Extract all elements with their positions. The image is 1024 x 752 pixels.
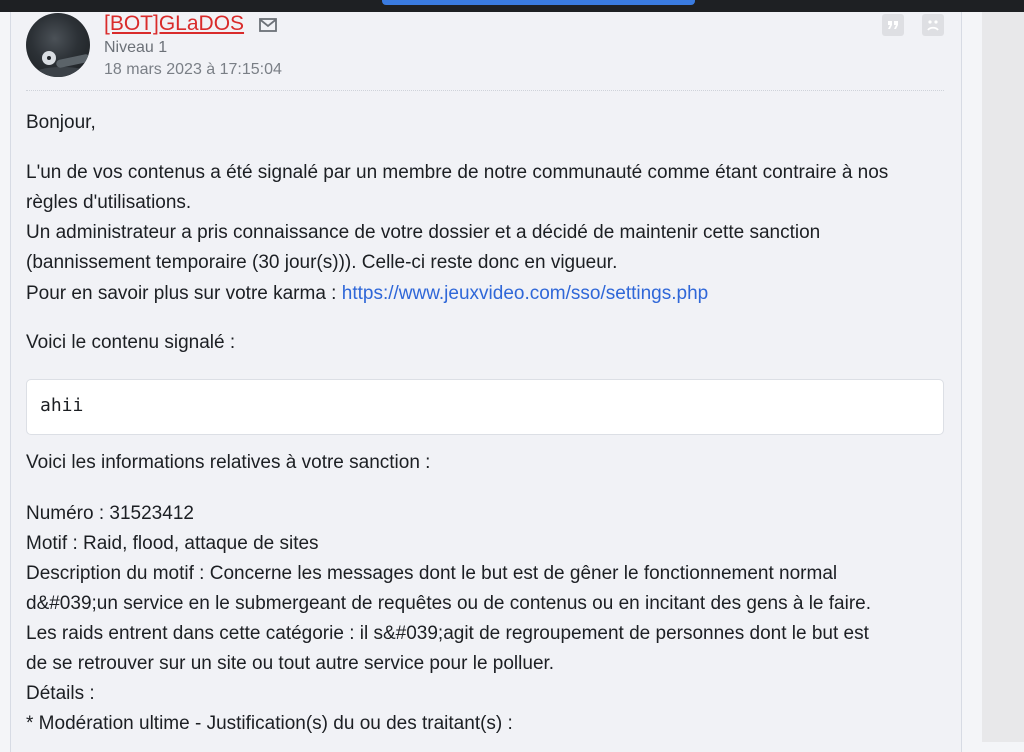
avatar[interactable]: [26, 13, 90, 77]
top-accent-tab[interactable]: [382, 0, 695, 5]
message-line: (bannissement temporaire (30 jour(s))). …: [26, 252, 618, 273]
mail-icon[interactable]: [259, 17, 277, 33]
karma-settings-link[interactable]: https://www.jeuxvideo.com/sso/settings.p…: [342, 283, 708, 304]
header-separator: [26, 90, 944, 91]
message-line: règles d'utilisations.: [26, 192, 192, 213]
sanction-motif: Motif : Raid, flood, attaque de sites: [26, 533, 319, 554]
avatar-pupil-shape: [47, 56, 51, 60]
karma-prefix: Pour en savoir plus sur votre karma :: [26, 283, 342, 304]
motif-description-line: Description du motif : Concerne les mess…: [26, 563, 838, 584]
greeting-text: Bonjour,: [26, 112, 96, 133]
author-level: Niveau 1: [104, 39, 168, 56]
reported-heading: Voici le contenu signalé :: [26, 332, 236, 353]
reported-content-text: ahii: [40, 395, 84, 416]
info-heading: Voici les informations relatives à votre…: [26, 452, 431, 473]
post-date[interactable]: 18 mars 2023 à 17:15:04: [104, 60, 282, 80]
author-name[interactable]: [BOT]GLaDOS: [104, 11, 244, 37]
sad-face-report-icon[interactable]: [922, 14, 944, 36]
right-scroll-panel[interactable]: [982, 12, 1024, 742]
karma-line: Pour en savoir plus sur votre karma : ht…: [26, 279, 708, 309]
reported-content-box: ahii: [26, 379, 944, 435]
motif-description-line: d&#039;un service en le submergeant de r…: [26, 593, 872, 614]
message-line: Un administrateur a pris connaissance de…: [26, 222, 821, 243]
message-line: L'un de vos contenus a été signalé par u…: [26, 162, 889, 183]
motif-description-line: de se retrouver sur un site ou tout autr…: [26, 653, 555, 674]
moderation-justification: * Modération ultime - Justification(s) d…: [26, 713, 513, 734]
right-gutter: [962, 12, 982, 742]
motif-description-line: Les raids entrent dans cette catégorie :…: [26, 623, 869, 644]
sanction-number: Numéro : 31523412: [26, 503, 194, 524]
avatar-body-shape: [34, 67, 90, 77]
quote-icon[interactable]: [882, 14, 904, 36]
details-label: Détails :: [26, 683, 95, 704]
